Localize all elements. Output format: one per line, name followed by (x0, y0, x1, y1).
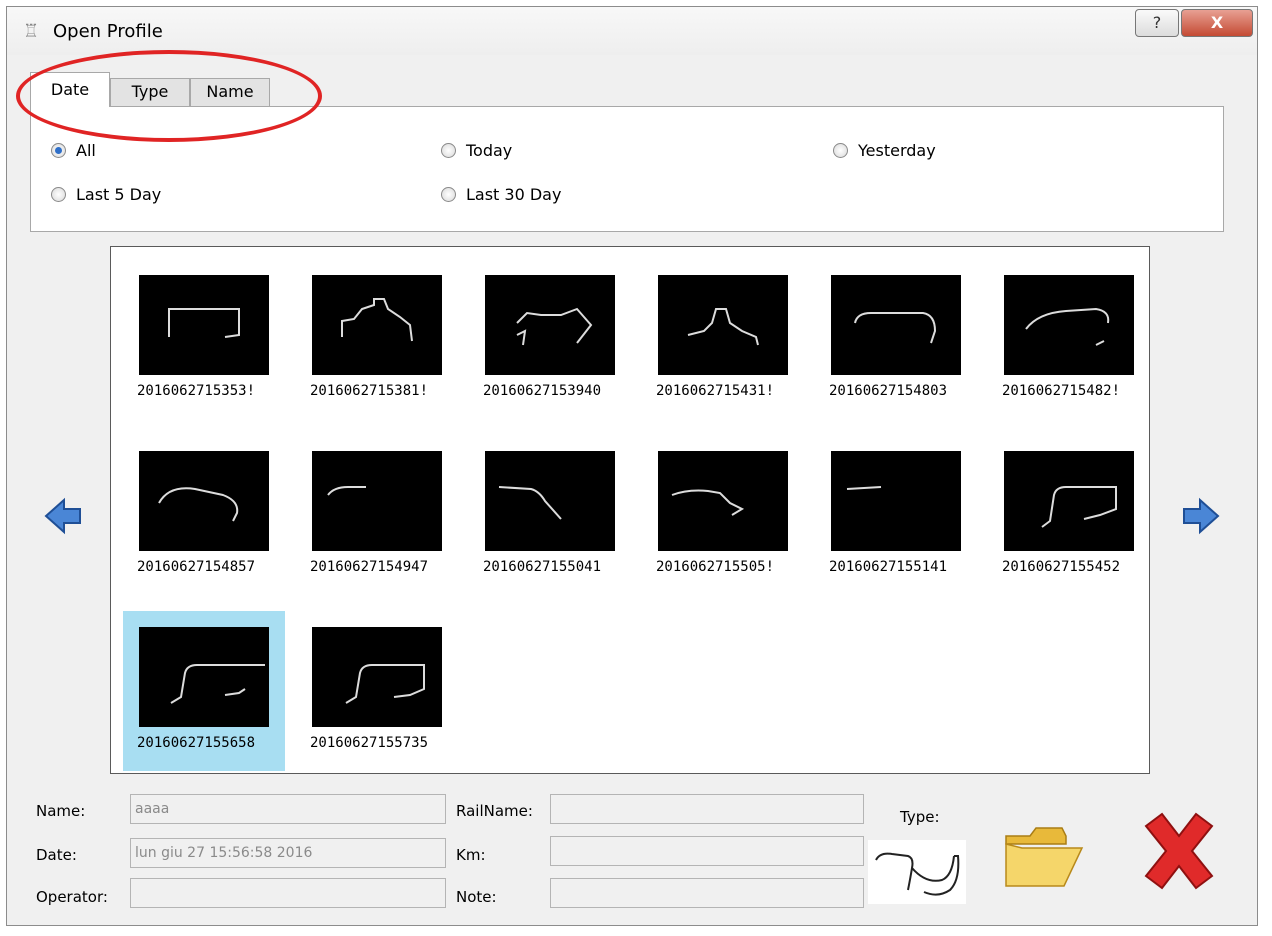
profile-gallery: 2016062715353! 2016062715381! 2016062715… (110, 246, 1150, 774)
profile-thumbnail[interactable]: 20160627154857 (123, 435, 285, 595)
profile-thumbnail[interactable]: 20160627153940 (469, 259, 631, 419)
radio-icon[interactable] (441, 143, 456, 158)
profile-thumbnail[interactable]: 2016062715505! (642, 435, 804, 595)
profile-preview (312, 627, 442, 727)
name-field[interactable]: aaaa (130, 794, 446, 824)
radio-icon[interactable] (51, 143, 66, 158)
title-bar: ♖ Open Profile ? X (7, 7, 1257, 55)
filter-label: Yesterday (858, 141, 936, 160)
date-field[interactable]: lun giu 27 15:56:58 2016 (130, 838, 446, 868)
profile-preview (139, 451, 269, 551)
profile-preview (139, 627, 269, 727)
filter-last-30-day[interactable]: Last 30 Day (441, 185, 561, 204)
type-preview-image (868, 840, 966, 904)
railname-field[interactable] (550, 794, 864, 824)
cancel-x-icon (1144, 812, 1214, 890)
filter-label: Last 5 Day (76, 185, 162, 204)
next-page-button[interactable] (1180, 496, 1220, 536)
help-button[interactable]: ? (1135, 9, 1179, 37)
help-icon: ? (1152, 13, 1162, 32)
note-label: Note: (456, 888, 497, 906)
profile-thumbnail[interactable]: 2016062715431! (642, 259, 804, 419)
profile-thumbnail-selected[interactable]: 20160627155658 (123, 611, 285, 771)
profile-thumbnail[interactable]: 20160627155141 (815, 435, 977, 595)
window-title: Open Profile (53, 21, 163, 42)
app-icon: ♖ (23, 21, 40, 42)
profile-preview (831, 275, 961, 375)
cancel-button[interactable] (1136, 808, 1222, 894)
radio-icon[interactable] (441, 187, 456, 202)
profile-label: 20160627153940 (483, 383, 602, 399)
close-icon: X (1210, 13, 1224, 32)
profile-thumbnail[interactable]: 20160627155041 (469, 435, 631, 595)
filter-label: Today (466, 141, 513, 160)
radio-icon[interactable] (51, 187, 66, 202)
date-filter-panel: All Today Yesterday Last 5 Day Last 30 D… (30, 106, 1224, 232)
profile-preview (139, 275, 269, 375)
profile-label: 20160627155041 (483, 559, 602, 575)
profile-preview (312, 451, 442, 551)
profile-preview (485, 451, 615, 551)
km-field[interactable] (550, 836, 864, 866)
profile-preview (312, 275, 442, 375)
profile-thumbnail[interactable]: 20160627154947 (296, 435, 458, 595)
profile-preview (485, 275, 615, 375)
type-label: Type: (900, 808, 940, 826)
profile-label: 20160627155735 (310, 735, 429, 751)
name-label: Name: (36, 802, 86, 820)
open-button[interactable] (1000, 814, 1086, 900)
profile-thumbnail[interactable]: 20160627155735 (296, 611, 458, 771)
tab-date[interactable]: Date (30, 72, 110, 107)
filter-label: Last 30 Day (466, 185, 562, 204)
profile-thumbnail[interactable]: 2016062715381! (296, 259, 458, 419)
operator-field[interactable] (130, 878, 446, 908)
profile-label: 2016062715353! (137, 383, 256, 399)
prev-arrow-icon (44, 497, 81, 535)
filter-all[interactable]: All (51, 141, 96, 160)
open-folder-icon (1005, 827, 1084, 887)
profile-label: 20160627154857 (137, 559, 256, 575)
profile-label: 20160627155141 (829, 559, 948, 575)
filter-label: All (76, 141, 96, 160)
operator-label: Operator: (36, 888, 108, 906)
date-label: Date: (36, 846, 77, 864)
profile-label: 20160627155452 (1002, 559, 1121, 575)
profile-preview (1004, 451, 1134, 551)
profile-label: 20160627155658 (137, 735, 256, 751)
filter-yesterday[interactable]: Yesterday (833, 141, 936, 160)
profile-thumbnail[interactable]: 2016062715482! (988, 259, 1150, 419)
profile-label: 2016062715505! (656, 559, 775, 575)
note-field[interactable] (550, 878, 864, 908)
radio-icon[interactable] (833, 143, 848, 158)
profile-label: 2016062715482! (1002, 383, 1121, 399)
filter-last-5-day[interactable]: Last 5 Day (51, 185, 161, 204)
railname-label: RailName: (456, 802, 533, 820)
km-label: Km: (456, 846, 486, 864)
profile-thumbnail[interactable]: 2016062715353! (123, 259, 285, 419)
close-button[interactable]: X (1181, 9, 1253, 37)
filter-today[interactable]: Today (441, 141, 512, 160)
tab-name[interactable]: Name (190, 78, 270, 106)
tab-type[interactable]: Type (110, 78, 190, 106)
profile-preview (658, 275, 788, 375)
profile-preview (1004, 275, 1134, 375)
profile-thumbnail[interactable]: 20160627155452 (988, 435, 1150, 595)
profile-preview (831, 451, 961, 551)
next-arrow-icon (1183, 497, 1220, 535)
profile-label: 20160627154803 (829, 383, 948, 399)
profile-label: 2016062715431! (656, 383, 775, 399)
prev-page-button[interactable] (44, 496, 84, 536)
profile-label: 20160627154947 (310, 559, 429, 575)
profile-preview (658, 451, 788, 551)
profile-thumbnail[interactable]: 20160627154803 (815, 259, 977, 419)
profile-label: 2016062715381! (310, 383, 429, 399)
